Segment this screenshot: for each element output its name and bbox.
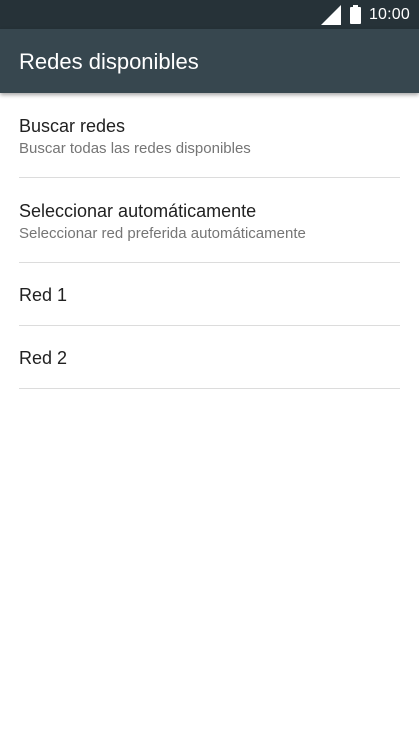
status-icons: 10:00	[320, 0, 410, 29]
list-item-network-2[interactable]: Red 2	[0, 326, 419, 389]
network-list: Buscar redes Buscar todas las redes disp…	[0, 93, 419, 389]
page-title: Redes disponibles	[19, 49, 199, 74]
screen: 10:00 Redes disponibles Buscar redes Bus…	[0, 0, 419, 746]
list-item-subtitle: Buscar todas las redes disponibles	[19, 140, 251, 157]
status-time: 10:00	[368, 5, 410, 23]
signal-icon	[320, 4, 341, 25]
list-item-select-automatically[interactable]: Seleccionar automáticamente Seleccionar …	[0, 178, 419, 263]
list-item-title: Red 2	[19, 348, 68, 368]
app-bar: Redes disponibles	[0, 29, 419, 93]
list-item-network-1[interactable]: Red 1	[0, 263, 419, 326]
list-item-title: Seleccionar automáticamente	[19, 201, 257, 221]
list-item-title: Red 1	[19, 285, 68, 305]
list-item-title: Buscar redes	[19, 116, 126, 136]
divider	[19, 388, 400, 389]
list-item-subtitle: Seleccionar red preferida automáticament…	[19, 225, 306, 242]
battery-icon	[349, 5, 361, 24]
list-item-search-networks[interactable]: Buscar redes Buscar todas las redes disp…	[0, 93, 419, 178]
status-bar: 10:00	[0, 0, 419, 29]
